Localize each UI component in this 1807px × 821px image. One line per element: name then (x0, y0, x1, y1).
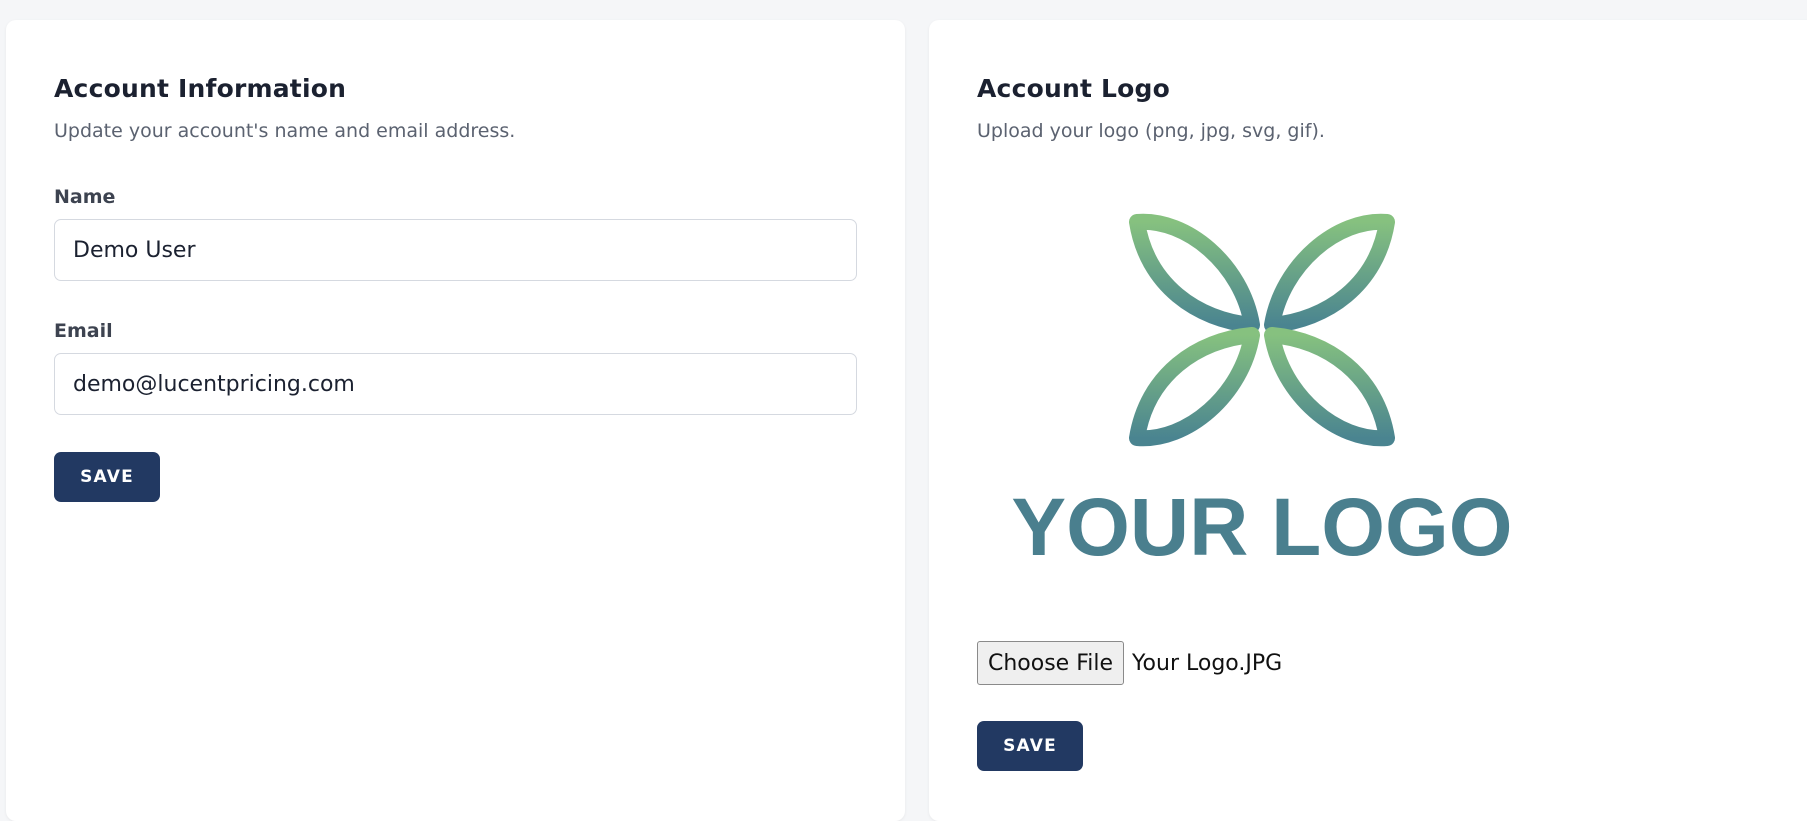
logo-wordmark: YOUR LOGO (1011, 482, 1512, 573)
logo-preview-image: YOUR LOGO (977, 210, 1557, 610)
account-logo-subtitle: Upload your logo (png, jpg, svg, gif). (977, 120, 1325, 142)
account-information-card: Account Information Update your account'… (6, 20, 905, 821)
selected-file-name: Your Logo.JPG (1132, 650, 1283, 676)
account-logo-save-button[interactable]: SAVE (977, 721, 1083, 771)
account-logo-card: Account Logo Upload your logo (png, jpg,… (929, 20, 1807, 821)
leaf-emblem-icon (1129, 213, 1395, 447)
account-information-title: Account Information (54, 74, 347, 103)
choose-file-button[interactable]: Choose File (977, 641, 1125, 685)
name-label: Name (54, 186, 116, 208)
file-upload-row: Choose File Your Logo.JPG (977, 641, 1282, 685)
your-logo-graphic: YOUR LOGO (1011, 213, 1513, 573)
account-information-subtitle: Update your account's name and email add… (54, 120, 516, 142)
account-info-save-button[interactable]: SAVE (54, 452, 160, 502)
email-label: Email (54, 320, 113, 342)
name-input[interactable] (54, 219, 857, 281)
email-input[interactable] (54, 353, 857, 415)
account-logo-title: Account Logo (977, 74, 1170, 103)
